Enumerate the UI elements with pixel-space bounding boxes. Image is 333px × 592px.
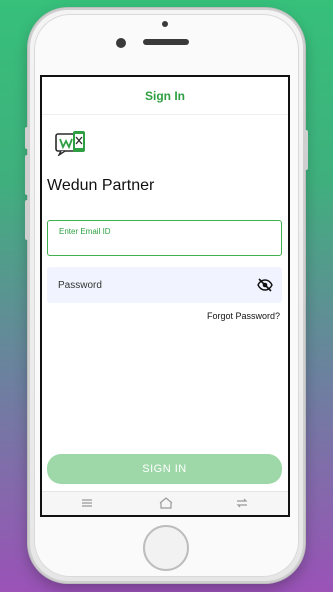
phone-side-button: [25, 155, 29, 195]
app-bar: Sign In: [42, 77, 288, 115]
phone-camera: [116, 38, 126, 48]
back-icon[interactable]: [235, 497, 249, 509]
password-field[interactable]: Password: [47, 267, 282, 303]
phone-home-button: [143, 525, 189, 571]
android-nav-bar: [42, 491, 288, 515]
email-field[interactable]: Enter Email ID: [47, 220, 282, 256]
home-icon[interactable]: [158, 497, 174, 509]
password-placeholder: Password: [58, 279, 102, 291]
eye-off-icon[interactable]: [257, 278, 273, 292]
sign-in-button[interactable]: SIGN IN: [47, 454, 282, 484]
email-field-label: Enter Email ID: [59, 227, 111, 236]
wedun-logo-icon: [55, 131, 85, 156]
forgot-password-link[interactable]: Forgot Password?: [207, 311, 280, 321]
brand-name: Wedun Partner: [47, 177, 155, 194]
phone-side-button: [25, 127, 29, 149]
phone-speaker: [143, 39, 189, 45]
phone-sensor: [162, 21, 168, 27]
app-screen: Sign In Wedun Partner Enter Email ID Pas…: [40, 75, 290, 517]
menu-icon[interactable]: [80, 497, 94, 509]
phone-side-button: [25, 200, 29, 240]
phone-side-button: [304, 130, 308, 170]
page-title: Sign In: [145, 88, 185, 103]
